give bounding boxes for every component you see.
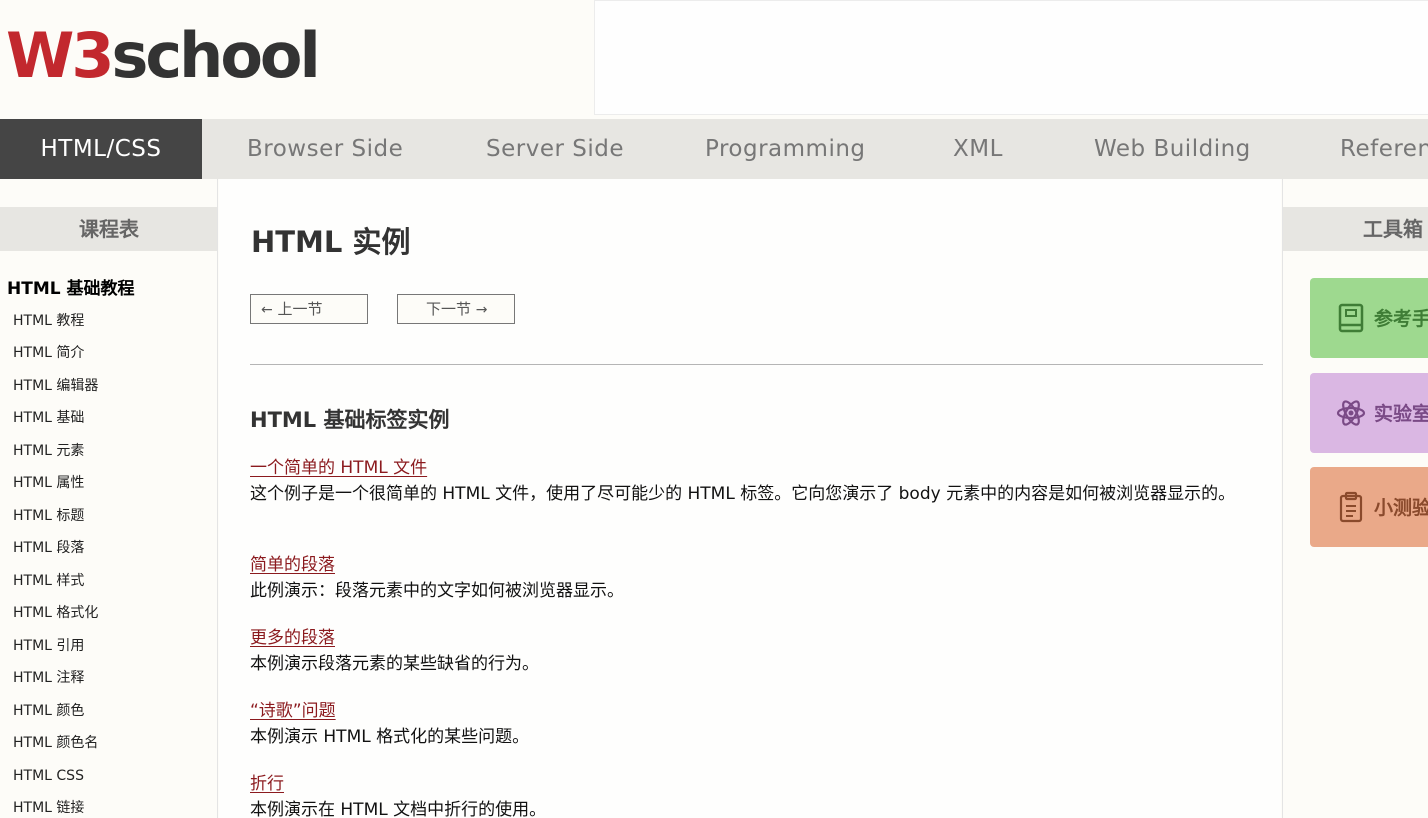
course-item[interactable]: HTML 标题 — [13, 506, 84, 526]
example-description: 本例演示 HTML 格式化的某些问题。 — [250, 727, 530, 747]
course-item[interactable]: HTML CSS — [13, 766, 84, 786]
top-navigation: HTML/CSS Browser Side Server Side Progra… — [0, 119, 1428, 179]
logo-school: school — [111, 19, 321, 92]
arrow-left-icon: ← — [261, 302, 273, 318]
next-section-label: 下一节 — [426, 300, 472, 318]
course-group-title: HTML 基础教程 — [7, 279, 135, 299]
toolbox-sidebar: 工具箱 参考手 实验室 小测验 — [1282, 179, 1428, 818]
logo-w3: W3 — [6, 19, 115, 92]
course-item[interactable]: HTML 颜色 — [13, 701, 84, 721]
nav-reference[interactable]: Referen — [1340, 119, 1428, 179]
course-item[interactable]: HTML 引用 — [13, 636, 84, 656]
course-item[interactable]: HTML 链接 — [13, 798, 84, 818]
example-link[interactable]: 折行 — [250, 769, 284, 794]
next-section-button[interactable]: 下一节 → — [397, 294, 515, 324]
divider — [250, 364, 1263, 365]
nav-web-building[interactable]: Web Building — [1094, 119, 1251, 179]
course-heading: 课程表 — [0, 207, 217, 251]
site-logo[interactable]: W3school — [6, 19, 321, 92]
toolbox-heading: 工具箱 — [1283, 207, 1428, 251]
reference-manual-card[interactable]: 参考手 — [1310, 278, 1428, 358]
book-icon — [1338, 303, 1364, 333]
example-description: 本例演示段落元素的某些缺省的行为。 — [250, 654, 539, 674]
course-item[interactable]: HTML 元素 — [13, 441, 84, 461]
course-item[interactable]: HTML 注释 — [13, 668, 84, 688]
main-content: HTML 实例 ← 上一节 下一节 → HTML 基础标签实例 一个简单的 HT… — [219, 179, 1281, 818]
site-header: W3school — [0, 0, 1428, 119]
prev-section-label: 上一节 — [277, 300, 323, 318]
quiz-card[interactable]: 小测验 — [1310, 467, 1428, 547]
arrow-right-icon: → — [475, 302, 488, 318]
course-item[interactable]: HTML 属性 — [13, 473, 84, 493]
course-item[interactable]: HTML 简介 — [13, 343, 84, 363]
nav-server-side[interactable]: Server Side — [486, 119, 624, 179]
nav-html-css[interactable]: HTML/CSS — [0, 119, 202, 179]
prev-section-button[interactable]: ← 上一节 — [250, 294, 368, 324]
example-description: 这个例子是一个很简单的 HTML 文件，使用了尽可能少的 HTML 标签。它向您… — [250, 484, 1236, 504]
page-title: HTML 实例 — [251, 225, 411, 259]
example-link[interactable]: 简单的段落 — [250, 550, 335, 575]
lab-card[interactable]: 实验室 — [1310, 373, 1428, 453]
lab-label: 实验室 — [1374, 403, 1428, 425]
course-item[interactable]: HTML 颜色名 — [13, 733, 98, 753]
course-sidebar: 课程表 HTML 基础教程 HTML 教程 HTML 简介 HTML 编辑器 H… — [0, 179, 218, 818]
quiz-label: 小测验 — [1374, 497, 1428, 519]
atom-icon — [1336, 400, 1366, 426]
nav-programming[interactable]: Programming — [705, 119, 866, 179]
example-description: 本例演示在 HTML 文档中折行的使用。 — [250, 800, 547, 818]
clipboard-icon — [1339, 491, 1363, 523]
course-item[interactable]: HTML 基础 — [13, 408, 84, 428]
ad-banner — [594, 0, 1428, 115]
example-link[interactable]: 一个简单的 HTML 文件 — [250, 453, 427, 478]
course-item[interactable]: HTML 样式 — [13, 571, 84, 591]
course-item[interactable]: HTML 编辑器 — [13, 376, 98, 396]
course-item[interactable]: HTML 段落 — [13, 538, 84, 558]
section-title: HTML 基础标签实例 — [250, 408, 450, 432]
nav-browser-side[interactable]: Browser Side — [247, 119, 403, 179]
course-item[interactable]: HTML 教程 — [13, 311, 84, 331]
reference-manual-label: 参考手 — [1374, 308, 1428, 330]
example-description: 此例演示：段落元素中的文字如何被浏览器显示。 — [250, 581, 624, 601]
example-link[interactable]: “诗歌”问题 — [250, 696, 336, 721]
nav-xml[interactable]: XML — [953, 119, 1003, 179]
example-link[interactable]: 更多的段落 — [250, 623, 335, 648]
course-item[interactable]: HTML 格式化 — [13, 603, 98, 623]
